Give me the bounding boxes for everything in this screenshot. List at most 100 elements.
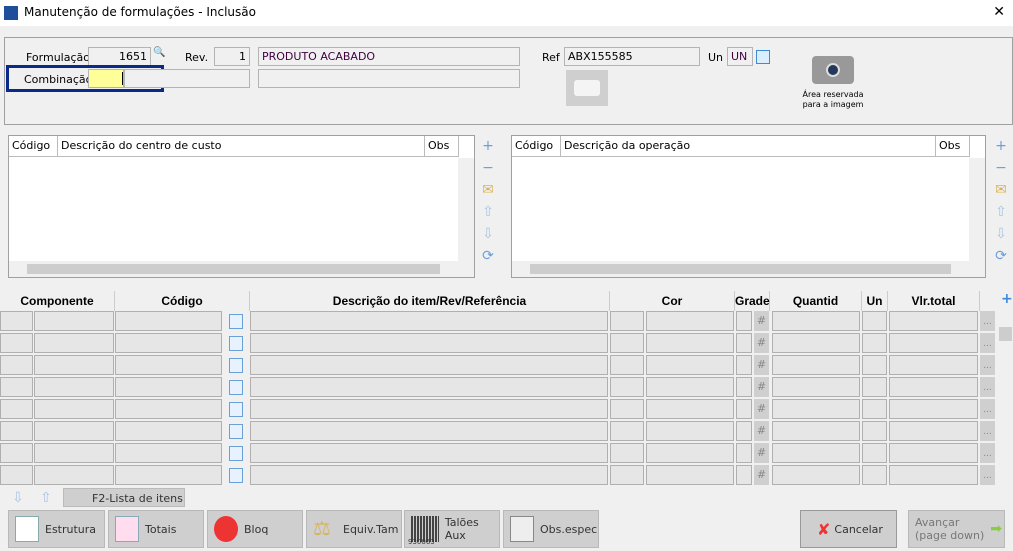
table-cell[interactable] — [772, 355, 860, 375]
note-icon[interactable]: ✉ — [480, 182, 496, 198]
horizontal-scrollbar[interactable] — [9, 261, 474, 277]
table-cell[interactable] — [772, 421, 860, 441]
table-cell[interactable] — [250, 421, 608, 441]
table-cell[interactable] — [646, 421, 734, 441]
table-cell[interactable] — [610, 421, 644, 441]
table-cell[interactable] — [250, 311, 608, 331]
col-vlr-total[interactable]: Vlr.total — [888, 291, 980, 311]
table-cell[interactable] — [115, 465, 222, 485]
table-cell[interactable] — [115, 443, 222, 463]
table-cell[interactable] — [250, 399, 608, 419]
grade-button[interactable]: # — [754, 443, 769, 463]
table-cell[interactable] — [646, 355, 734, 375]
vertical-scrollbar[interactable] — [458, 158, 474, 261]
col-descricao[interactable]: Descrição do centro de custo — [58, 136, 425, 157]
table-cell[interactable] — [772, 399, 860, 419]
col-un[interactable]: Un — [862, 291, 888, 311]
scroll-down-icon[interactable]: ⇩ — [12, 490, 24, 506]
totais-button[interactable]: Totais — [108, 510, 204, 548]
table-cell[interactable] — [772, 377, 860, 397]
grade-button[interactable]: # — [754, 333, 769, 353]
table-cell[interactable] — [0, 421, 33, 441]
table-cell[interactable] — [862, 465, 887, 485]
table-cell[interactable] — [862, 399, 887, 419]
table-cell[interactable] — [889, 377, 978, 397]
image-camera-icon[interactable] — [812, 56, 854, 84]
table-cell[interactable] — [772, 443, 860, 463]
move-up-icon[interactable]: ⇧ — [993, 204, 1009, 220]
table-cell[interactable] — [736, 399, 752, 419]
table-cell[interactable] — [610, 443, 644, 463]
table-cell[interactable] — [889, 311, 978, 331]
table-cell[interactable] — [610, 465, 644, 485]
table-cell[interactable] — [0, 399, 33, 419]
table-cell[interactable] — [610, 333, 644, 353]
table-cell[interactable] — [889, 399, 978, 419]
estrutura-button[interactable]: Estrutura — [8, 510, 105, 548]
table-cell[interactable] — [34, 465, 114, 485]
col-codigo[interactable]: Código — [512, 136, 561, 157]
table-cell[interactable] — [115, 311, 222, 331]
table-cell[interactable] — [0, 377, 33, 397]
add-icon[interactable]: + — [480, 138, 496, 154]
note-icon[interactable]: ✉ — [993, 182, 1009, 198]
grade-button[interactable]: # — [754, 377, 769, 397]
more-button[interactable]: ... — [980, 355, 995, 375]
lookup-icon[interactable] — [229, 314, 243, 329]
scroll-up-icon[interactable]: ⇧ — [40, 490, 52, 506]
table-cell[interactable] — [0, 311, 33, 331]
table-cell[interactable] — [889, 421, 978, 441]
table-cell[interactable] — [736, 311, 752, 331]
lookup-icon[interactable] — [229, 380, 243, 395]
remove-icon[interactable]: − — [480, 160, 496, 176]
table-cell[interactable] — [0, 333, 33, 353]
move-down-icon[interactable]: ⇩ — [993, 226, 1009, 242]
table-cell[interactable] — [34, 311, 114, 331]
col-descricao[interactable]: Descrição do item/Rev/Referência — [250, 291, 610, 311]
table-cell[interactable] — [646, 311, 734, 331]
table-cell[interactable] — [736, 465, 752, 485]
more-button[interactable]: ... — [980, 377, 995, 397]
table-cell[interactable] — [862, 443, 887, 463]
table-cell[interactable] — [115, 377, 222, 397]
table-cell[interactable] — [646, 377, 734, 397]
table-cell[interactable] — [115, 399, 222, 419]
search-icon[interactable]: 🔍 — [153, 47, 165, 58]
add-icon[interactable]: + — [993, 138, 1009, 154]
table-cell[interactable] — [646, 333, 734, 353]
table-cell[interactable] — [34, 421, 114, 441]
grade-button[interactable]: # — [754, 421, 769, 441]
table-cell[interactable] — [610, 377, 644, 397]
combinacao-input[interactable] — [88, 69, 124, 88]
table-cell[interactable] — [736, 377, 752, 397]
more-button[interactable]: ... — [980, 333, 995, 353]
formulacao-field[interactable]: 1651 — [88, 47, 151, 66]
more-button[interactable]: ... — [980, 399, 995, 419]
table-cell[interactable] — [250, 443, 608, 463]
table-cell[interactable] — [610, 355, 644, 375]
table-cell[interactable] — [115, 333, 222, 353]
table-cell[interactable] — [34, 377, 114, 397]
table-cell[interactable] — [250, 333, 608, 353]
table-cell[interactable] — [862, 355, 887, 375]
grade-button[interactable]: # — [754, 311, 769, 331]
table-cell[interactable] — [250, 465, 608, 485]
table-cell[interactable] — [889, 465, 978, 485]
lookup-icon[interactable] — [229, 336, 243, 351]
table-cell[interactable] — [889, 355, 978, 375]
table-cell[interactable] — [34, 333, 114, 353]
col-obs[interactable]: Obs — [425, 136, 459, 157]
grade-button[interactable]: # — [754, 465, 769, 485]
refresh-icon[interactable]: ⟳ — [993, 248, 1009, 264]
table-cell[interactable] — [772, 333, 860, 353]
table-cell[interactable] — [772, 465, 860, 485]
lookup-icon[interactable] — [229, 468, 243, 483]
table-cell[interactable] — [34, 399, 114, 419]
next-button[interactable]: Avançar (page down) ➡ — [908, 510, 1005, 548]
add-item-icon[interactable]: + — [1001, 291, 1013, 307]
table-cell[interactable] — [610, 311, 644, 331]
table-cell[interactable] — [889, 333, 978, 353]
un-search-icon[interactable] — [756, 50, 770, 64]
col-quantid[interactable]: Quantid — [770, 291, 862, 311]
table-cell[interactable] — [34, 443, 114, 463]
